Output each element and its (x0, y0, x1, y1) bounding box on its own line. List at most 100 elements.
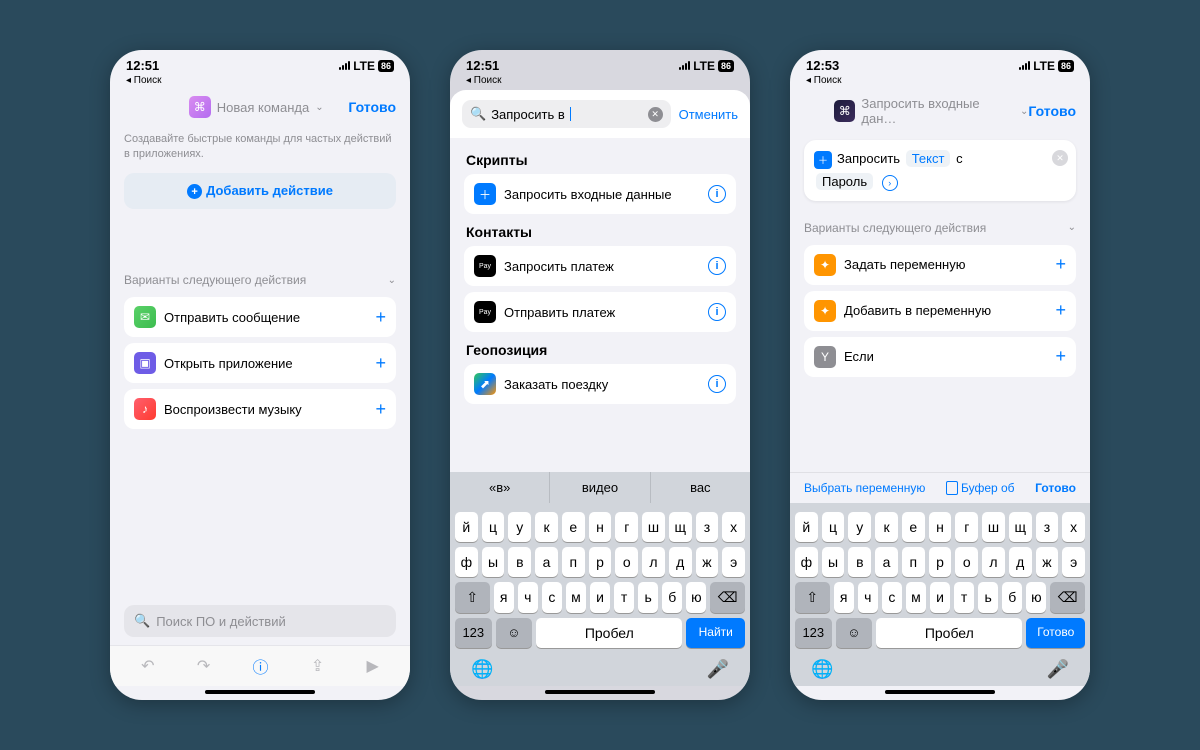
info-icon[interactable]: i (708, 303, 726, 321)
letter-key[interactable]: н (589, 512, 612, 542)
letter-key[interactable]: т (954, 582, 974, 613)
letter-key[interactable]: н (929, 512, 952, 542)
remove-action-icon[interactable]: ✕ (1052, 150, 1068, 166)
letter-key[interactable]: х (1062, 512, 1085, 542)
back-nav[interactable]: ◂ Поиск (790, 75, 1090, 90)
select-variable-button[interactable]: Выбрать переменную (804, 481, 925, 495)
result-item[interactable]: ＋ Запросить входные данные i (464, 174, 736, 214)
suggestion-item[interactable]: ✉ Отправить сообщение + (124, 297, 396, 337)
suggestion-item[interactable]: ▣ Открыть приложение + (124, 343, 396, 383)
plus-icon[interactable]: + (1055, 254, 1066, 275)
share-icon[interactable]: ⇪ (311, 656, 324, 676)
kb-suggestion[interactable]: «в» (450, 472, 550, 503)
space-key[interactable]: Пробел (536, 618, 682, 648)
result-item[interactable]: Pay Запросить платеж i (464, 246, 736, 286)
letter-key[interactable]: б (1002, 582, 1022, 613)
clipboard-button[interactable]: Буфер об (946, 481, 1015, 495)
info-icon[interactable]: i (708, 257, 726, 275)
letter-key[interactable]: с (542, 582, 562, 613)
delete-key[interactable]: ⌫ (710, 582, 745, 613)
done-button[interactable]: Готово (1028, 103, 1076, 119)
title-group[interactable]: ⌘ Новая команда ⌄ (164, 96, 348, 118)
result-item[interactable]: Pay Отправить платеж i (464, 292, 736, 332)
param-pill[interactable]: Текст (906, 150, 951, 167)
letter-key[interactable]: с (882, 582, 902, 613)
suggestions-header[interactable]: Варианты следующего действия ⌄ (124, 269, 396, 287)
letter-key[interactable]: ю (686, 582, 706, 613)
letter-key[interactable]: р (929, 547, 952, 577)
letter-key[interactable]: ц (482, 512, 505, 542)
suggestion-item[interactable]: ✦ Задать переменную + (804, 245, 1076, 285)
expand-icon[interactable]: › (882, 175, 898, 191)
letter-key[interactable]: к (875, 512, 898, 542)
redo-icon[interactable]: ↷ (197, 656, 210, 676)
letter-key[interactable]: ж (696, 547, 719, 577)
plus-icon[interactable]: + (375, 399, 386, 420)
delete-key[interactable]: ⌫ (1050, 582, 1085, 613)
return-key[interactable]: Готово (1026, 618, 1085, 648)
letter-key[interactable]: к (535, 512, 558, 542)
varbar-done-button[interactable]: Готово (1035, 481, 1076, 495)
letter-key[interactable]: р (589, 547, 612, 577)
letter-key[interactable]: л (642, 547, 665, 577)
home-indicator[interactable] (885, 690, 995, 694)
letter-key[interactable]: й (795, 512, 818, 542)
param-pill[interactable]: Пароль (816, 173, 873, 190)
letter-key[interactable]: а (535, 547, 558, 577)
add-action-button[interactable]: +Добавить действие (124, 173, 396, 210)
clear-icon[interactable]: ✕ (648, 107, 663, 122)
shift-key[interactable]: ⇧ (795, 582, 830, 613)
space-key[interactable]: Пробел (876, 618, 1022, 648)
letter-key[interactable]: ф (795, 547, 818, 577)
letter-key[interactable]: е (902, 512, 925, 542)
letter-key[interactable]: о (615, 547, 638, 577)
letter-key[interactable]: ш (982, 512, 1005, 542)
kb-suggestion[interactable]: вас (651, 472, 750, 503)
letter-key[interactable]: щ (1009, 512, 1032, 542)
suggestion-item[interactable]: ✦ Добавить в переменную + (804, 291, 1076, 331)
letter-key[interactable]: ы (482, 547, 505, 577)
letter-key[interactable]: ф (455, 547, 478, 577)
letter-key[interactable]: з (696, 512, 719, 542)
plus-icon[interactable]: + (1055, 346, 1066, 367)
globe-icon[interactable]: 🌐 (471, 659, 493, 680)
info-icon[interactable]: i (708, 375, 726, 393)
home-indicator[interactable] (545, 690, 655, 694)
letter-key[interactable]: п (562, 547, 585, 577)
letter-key[interactable]: ы (822, 547, 845, 577)
letter-key[interactable]: м (906, 582, 926, 613)
letter-key[interactable]: д (1009, 547, 1032, 577)
letter-key[interactable]: ч (518, 582, 538, 613)
shift-key[interactable]: ⇧ (455, 582, 490, 613)
letter-key[interactable]: ч (858, 582, 878, 613)
letter-key[interactable]: в (848, 547, 871, 577)
result-item[interactable]: ⬈ Заказать поездку i (464, 364, 736, 404)
letter-key[interactable]: г (615, 512, 638, 542)
letter-key[interactable]: е (562, 512, 585, 542)
kb-suggestion[interactable]: видео (550, 472, 650, 503)
suggestion-item[interactable]: ♪ Воспроизвести музыку + (124, 389, 396, 429)
letter-key[interactable]: я (834, 582, 854, 613)
letter-key[interactable]: ц (822, 512, 845, 542)
letter-key[interactable]: т (614, 582, 634, 613)
mic-icon[interactable]: 🎤 (707, 659, 729, 680)
letter-key[interactable]: б (662, 582, 682, 613)
letter-key[interactable]: щ (669, 512, 692, 542)
info-icon[interactable]: i (708, 185, 726, 203)
back-nav[interactable]: ◂ Поиск (110, 75, 410, 90)
play-icon[interactable]: ▶ (367, 656, 379, 676)
emoji-key[interactable]: ☺ (496, 618, 533, 648)
mic-icon[interactable]: 🎤 (1047, 659, 1069, 680)
letter-key[interactable]: л (982, 547, 1005, 577)
globe-icon[interactable]: 🌐 (811, 659, 833, 680)
letter-key[interactable]: а (875, 547, 898, 577)
plus-icon[interactable]: + (375, 307, 386, 328)
back-nav[interactable]: ◂ Поиск (450, 75, 750, 90)
title-group[interactable]: ⌘ Запросить входные дан… ⌄ (834, 96, 1028, 126)
letter-key[interactable]: о (955, 547, 978, 577)
letter-key[interactable]: э (1062, 547, 1085, 577)
letter-key[interactable]: ь (638, 582, 658, 613)
letter-key[interactable]: ж (1036, 547, 1059, 577)
undo-icon[interactable]: ↶ (141, 656, 154, 676)
letter-key[interactable]: ш (642, 512, 665, 542)
